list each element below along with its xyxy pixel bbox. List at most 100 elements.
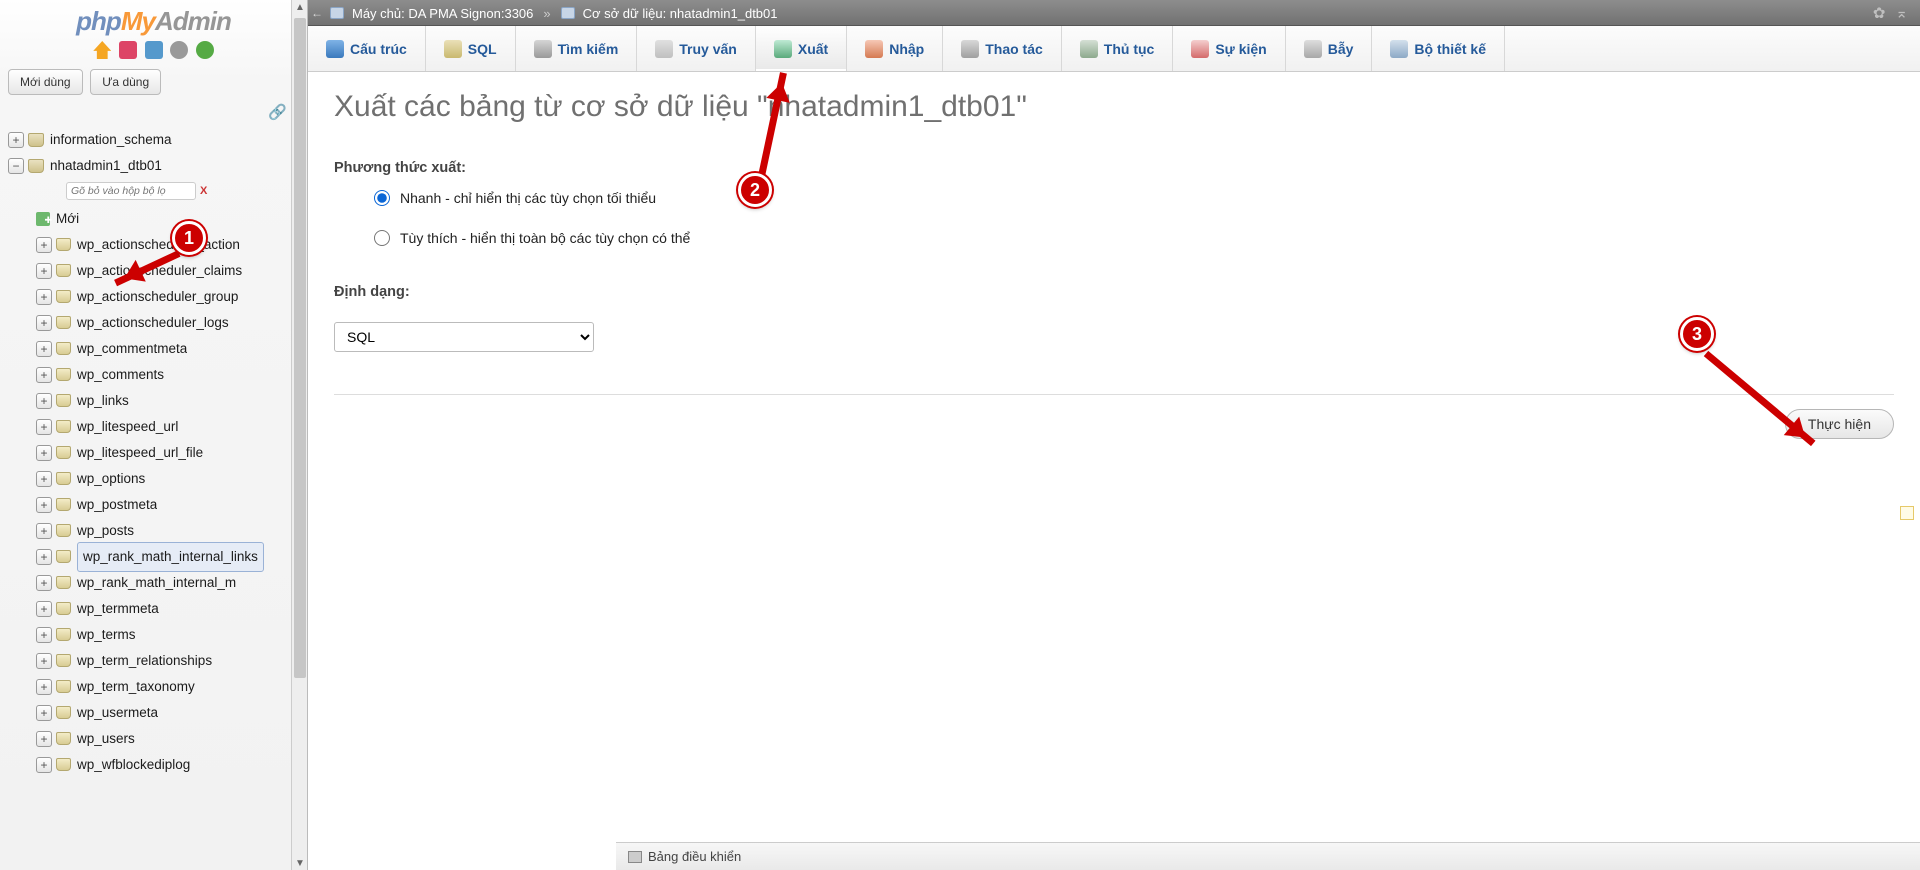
settings-gear-icon[interactable] [170,41,188,59]
favorite-button[interactable]: Ưa dùng [90,69,161,95]
clear-filter-icon[interactable]: X [200,181,207,202]
scroll-thumb[interactable] [294,18,306,678]
table-row[interactable]: wp_actionscheduler_action [6,232,307,258]
tab-triggers[interactable]: Bẫy [1286,26,1373,71]
expand-icon[interactable] [36,289,52,305]
table-row[interactable]: wp_rank_math_internal_m [6,570,307,596]
table-label[interactable]: wp_users [77,726,135,752]
table-filter-input[interactable] [66,182,196,200]
table-label[interactable]: wp_termmeta [77,596,159,622]
table-row[interactable]: wp_litespeed_url [6,414,307,440]
table-row[interactable]: wp_termmeta [6,596,307,622]
docs-icon[interactable] [145,41,163,59]
expand-icon[interactable] [36,731,52,747]
table-label[interactable]: wp_actionscheduler_action [77,232,240,258]
tab-routines[interactable]: Thủ tục [1062,26,1174,71]
table-label[interactable]: wp_commentmeta [77,336,187,362]
tab-search[interactable]: Tìm kiếm [516,26,638,71]
table-row[interactable]: wp_actionscheduler_logs [6,310,307,336]
table-row[interactable]: wp_users [6,726,307,752]
expand-icon[interactable] [36,679,52,695]
export-method-custom[interactable]: Tùy thích - hiển thị toàn bộ các tùy chọ… [374,230,1894,246]
console-bar[interactable]: Bảng điều khiển [616,842,1920,870]
table-label[interactable]: wp_terms [77,622,136,648]
table-row[interactable]: wp_posts [6,518,307,544]
table-label[interactable]: wp_actionscheduler_logs [77,310,229,336]
scroll-down-icon[interactable]: ▼ [295,858,305,868]
expand-icon[interactable] [36,315,52,331]
tab-operations[interactable]: Thao tác [943,26,1062,71]
table-row[interactable]: wp_options [6,466,307,492]
recent-button[interactable]: Mới dùng [8,69,83,95]
table-label[interactable]: wp_term_relationships [77,648,212,674]
expand-icon[interactable] [36,367,52,383]
bookmark-icon[interactable] [1900,506,1914,520]
expand-icon[interactable] [36,445,52,461]
db-node-nhatadmin1[interactable]: nhatadmin1_dtb01 [6,153,307,179]
table-label[interactable]: wp_wfblockediplog [77,752,190,778]
expand-icon[interactable] [36,575,52,591]
table-row[interactable]: wp_wfblockediplog [6,752,307,778]
table-row[interactable]: wp_links [6,388,307,414]
table-label[interactable]: wp_rank_math_internal_links [77,542,264,572]
expand-icon[interactable] [36,653,52,669]
table-label[interactable]: wp_actionscheduler_group [77,284,238,310]
table-label[interactable]: wp_litespeed_url [77,414,178,440]
tab-query[interactable]: Truy vấn [637,26,756,71]
scroll-up-icon[interactable]: ▲ [295,2,305,12]
table-row[interactable]: wp_usermeta [6,700,307,726]
breadcrumb-database[interactable]: Cơ sở dữ liệu: nhatadmin1_dtb01 [579,6,782,21]
collapse-icon[interactable] [8,158,24,174]
expand-icon[interactable] [36,419,52,435]
export-method-quick[interactable]: Nhanh - chỉ hiển thị các tùy chọn tối th… [374,190,1894,206]
table-label[interactable]: wp_postmeta [77,492,157,518]
radio-quick[interactable] [374,190,390,206]
table-label[interactable]: wp_term_taxonomy [77,674,195,700]
table-row[interactable]: wp_actionscheduler_group [6,284,307,310]
home-icon[interactable] [93,41,111,59]
sidebar-scrollbar[interactable]: ▲ ▼ [291,0,307,870]
table-row[interactable]: wp_postmeta [6,492,307,518]
link-icon[interactable]: 🔗 [268,104,287,121]
collapse-nav-icon[interactable]: ← [308,6,326,20]
table-label[interactable]: wp_options [77,466,145,492]
table-label[interactable]: wp_usermeta [77,700,158,726]
expand-icon[interactable] [36,263,52,279]
logo[interactable]: phpMyAdmin [0,0,307,39]
db-node-information-schema[interactable]: information_schema [6,127,307,153]
expand-icon[interactable] [36,341,52,357]
tab-import[interactable]: Nhập [847,26,943,71]
expand-icon[interactable] [36,757,52,773]
breadcrumb-server[interactable]: Máy chủ: DA PMA Signon:3306 [348,6,537,21]
tab-designer[interactable]: Bộ thiết kế [1372,26,1505,71]
table-row[interactable]: wp_comments [6,362,307,388]
expand-icon[interactable] [8,132,24,148]
table-row[interactable]: wp_rank_math_internal_links [6,544,307,570]
radio-custom[interactable] [374,230,390,246]
expand-icon[interactable] [36,601,52,617]
expand-icon[interactable] [36,393,52,409]
table-row[interactable]: wp_litespeed_url_file [6,440,307,466]
table-row[interactable]: wp_commentmeta [6,336,307,362]
page-settings-icon[interactable]: ✿ [1873,4,1886,22]
tab-sql[interactable]: SQL [426,26,516,71]
reload-icon[interactable] [196,41,214,59]
table-label[interactable]: wp_rank_math_internal_m [77,570,236,596]
table-label[interactable]: wp_posts [77,518,134,544]
logout-icon[interactable] [119,41,137,59]
expand-icon[interactable] [36,705,52,721]
table-label[interactable]: wp_comments [77,362,164,388]
tab-events[interactable]: Sự kiện [1173,26,1285,71]
expand-icon[interactable] [36,627,52,643]
table-label[interactable]: wp_links [77,388,129,414]
expand-icon[interactable] [36,237,52,253]
table-label[interactable]: wp_litespeed_url_file [77,440,203,466]
table-row[interactable]: wp_term_relationships [6,648,307,674]
expand-icon[interactable] [36,549,52,565]
new-table-link[interactable]: Mới [6,206,307,232]
tab-structure[interactable]: Cấu trúc [308,26,426,71]
table-row[interactable]: wp_term_taxonomy [6,674,307,700]
expand-icon[interactable] [36,523,52,539]
expand-icon[interactable] [36,497,52,513]
table-row[interactable]: wp_terms [6,622,307,648]
